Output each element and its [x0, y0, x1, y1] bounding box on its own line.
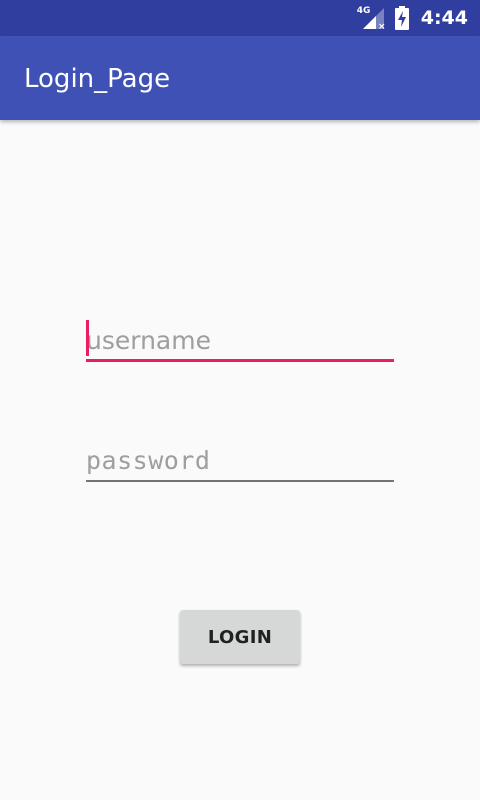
password-underline — [86, 480, 394, 482]
username-field[interactable] — [86, 318, 394, 364]
battery-charging-icon — [394, 6, 409, 30]
status-clock: 4:44 — [420, 7, 468, 29]
username-input[interactable] — [86, 318, 394, 362]
cellular-signal-icon: 4G × — [357, 6, 387, 30]
password-input[interactable] — [86, 438, 394, 482]
username-underline — [86, 359, 394, 362]
status-icons: 4G × 4:44 — [357, 0, 468, 36]
signal-triangle-icon: × — [362, 8, 386, 30]
login-button[interactable]: LOGIN — [180, 610, 300, 664]
svg-text:×: × — [378, 22, 386, 30]
status-bar: 4G × 4:44 — [0, 0, 480, 36]
text-cursor — [86, 320, 89, 356]
password-field[interactable] — [86, 438, 394, 484]
page-title: Login_Page — [24, 64, 171, 94]
app-bar: Login_Page — [0, 36, 480, 120]
